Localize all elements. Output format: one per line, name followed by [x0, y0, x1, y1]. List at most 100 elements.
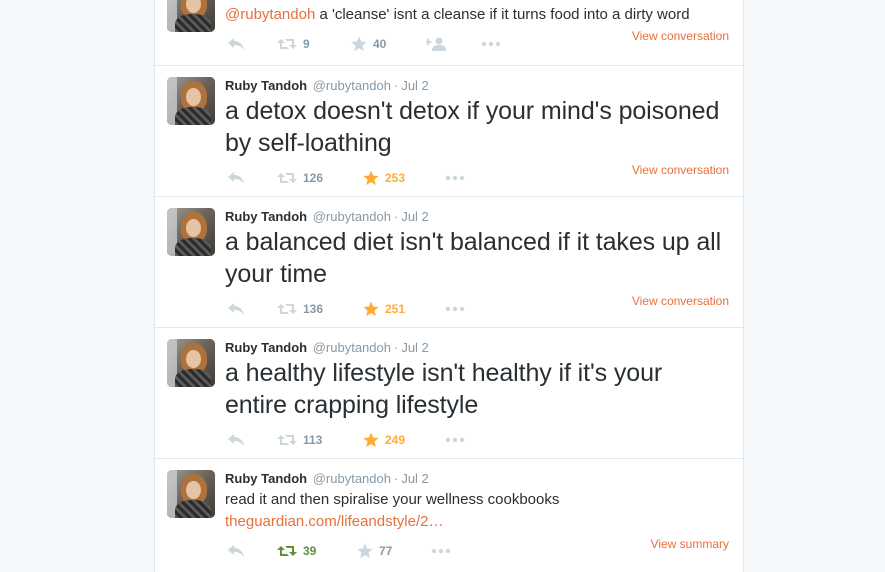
- star-icon: [363, 301, 379, 316]
- article-link[interactable]: theguardian.com/lifeandstyle/2…: [225, 512, 443, 532]
- more-dots-icon: [431, 548, 451, 554]
- follow-button[interactable]: [426, 34, 446, 54]
- view-summary-link[interactable]: View summary: [651, 537, 729, 551]
- retweet-button[interactable]: 9: [277, 34, 310, 54]
- star-icon: [351, 36, 367, 51]
- retweet-button[interactable]: 126: [277, 168, 323, 188]
- more-button[interactable]: [445, 299, 465, 319]
- tweet[interactable]: Ruby Tandoh @rubytandoh · Jul 2 read it an…: [155, 459, 743, 572]
- tweet-actions: 126 253: [225, 168, 525, 188]
- star-icon: [363, 432, 379, 447]
- tweet-timestamp[interactable]: Jul 2: [401, 78, 428, 93]
- more-button[interactable]: [431, 541, 451, 561]
- favorite-button[interactable]: 251: [363, 299, 405, 319]
- tweet-actions: 136 251: [225, 299, 525, 319]
- tweet[interactable]: Ruby Tandoh @rubytandoh · Jul 2 a balanced…: [155, 197, 743, 328]
- more-button[interactable]: [481, 34, 501, 54]
- reply-icon: [228, 434, 244, 446]
- author-name[interactable]: Ruby Tandoh: [225, 209, 307, 224]
- retweet-count: 136: [303, 302, 324, 316]
- more-dots-icon: [445, 306, 465, 312]
- tweet[interactable]: @rubytandoh a 'cleanse' isnt a cleanse i…: [155, 0, 743, 66]
- tweet[interactable]: Ruby Tandoh @rubytandoh · Jul 2 a healthy …: [155, 328, 743, 459]
- favorite-count: 251: [385, 302, 406, 316]
- more-dots-icon: [481, 41, 501, 47]
- favorite-count: 77: [379, 544, 393, 558]
- tweet-header: Ruby Tandoh @rubytandoh · Jul 2: [225, 78, 429, 94]
- tweet-actions: 9 40: [225, 34, 525, 54]
- separator-dot: ·: [393, 340, 399, 355]
- star-icon: [363, 170, 379, 185]
- tweet[interactable]: Ruby Tandoh @rubytandoh · Jul 2 a detox do…: [155, 66, 743, 197]
- reply-button[interactable]: [227, 541, 245, 561]
- retweet-icon: [277, 546, 297, 556]
- view-conversation-link[interactable]: View conversation: [632, 29, 729, 43]
- tweet-header: Ruby Tandoh @rubytandoh · Jul 2: [225, 471, 429, 487]
- tweet-timestamp[interactable]: Jul 2: [401, 209, 428, 224]
- favorite-count: 40: [373, 37, 387, 51]
- avatar[interactable]: [167, 208, 215, 256]
- tweet-timestamp[interactable]: Jul 2: [401, 471, 428, 486]
- avatar[interactable]: [167, 339, 215, 387]
- tweet-timestamp[interactable]: Jul 2: [401, 340, 428, 355]
- retweet-icon: [277, 39, 297, 49]
- tweet-header: Ruby Tandoh @rubytandoh · Jul 2: [225, 340, 429, 356]
- reply-button[interactable]: [227, 430, 245, 450]
- favorite-button[interactable]: 253: [363, 168, 405, 188]
- reply-icon: [228, 172, 244, 184]
- separator-dot: ·: [393, 209, 399, 224]
- more-button[interactable]: [445, 430, 465, 450]
- tweet-header: Ruby Tandoh @rubytandoh · Jul 2: [225, 209, 429, 225]
- author-username[interactable]: @rubytandoh: [313, 209, 391, 224]
- favorite-button[interactable]: 40: [351, 34, 386, 54]
- retweet-button[interactable]: 113: [277, 430, 322, 450]
- reply-button[interactable]: [227, 34, 245, 54]
- author-username[interactable]: @rubytandoh: [313, 340, 391, 355]
- author-username[interactable]: @rubytandoh: [313, 78, 391, 93]
- tweet-actions: 113 249: [225, 430, 525, 450]
- favorite-count: 253: [385, 171, 406, 185]
- mention-link[interactable]: @rubytandoh: [225, 6, 315, 23]
- separator-dot: ·: [393, 78, 399, 93]
- reply-button[interactable]: [227, 168, 245, 188]
- reply-button[interactable]: [227, 299, 245, 319]
- retweet-icon: [277, 435, 297, 445]
- author-name[interactable]: Ruby Tandoh: [225, 471, 307, 486]
- more-button[interactable]: [445, 168, 465, 188]
- reply-icon: [228, 545, 244, 557]
- retweet-button[interactable]: 136: [277, 299, 323, 319]
- author-username[interactable]: @rubytandoh: [313, 471, 391, 486]
- favorite-button[interactable]: 77: [357, 541, 392, 561]
- avatar[interactable]: [167, 77, 215, 125]
- author-name[interactable]: Ruby Tandoh: [225, 340, 307, 355]
- retweet-count: 39: [303, 544, 317, 558]
- more-dots-icon: [445, 437, 465, 443]
- retweet-count: 113: [303, 433, 323, 447]
- tweet-text: a detox doesn't detox if your mind's poi…: [225, 97, 720, 157]
- author-name[interactable]: Ruby Tandoh: [225, 78, 307, 93]
- tweet-text: @rubytandoh a 'cleanse' isnt a cleanse i…: [225, 5, 690, 25]
- retweet-icon: [277, 173, 297, 183]
- reply-icon: [228, 38, 244, 50]
- reply-icon: [228, 303, 244, 315]
- retweet-button[interactable]: 39: [277, 541, 316, 561]
- retweet-icon: [277, 304, 297, 314]
- tweet-text: a balanced diet isn't balanced if it tak…: [225, 228, 722, 288]
- retweet-count: 9: [303, 37, 310, 51]
- view-conversation-link[interactable]: View conversation: [632, 294, 729, 308]
- tweet-text: a healthy lifestyle isn't healthy if it'…: [225, 359, 663, 419]
- more-dots-icon: [445, 175, 465, 181]
- favorite-button[interactable]: 249: [363, 430, 405, 450]
- retweet-count: 126: [303, 171, 324, 185]
- star-icon: [357, 543, 373, 558]
- timeline: @rubytandoh a 'cleanse' isnt a cleanse i…: [154, 0, 744, 572]
- tweet-text-body: a 'cleanse' isnt a cleanse if it turns f…: [315, 6, 690, 23]
- avatar[interactable]: [167, 0, 215, 32]
- add-user-icon: [426, 37, 446, 51]
- tweet-actions: 39 77: [225, 541, 525, 561]
- favorite-count: 249: [385, 433, 406, 447]
- avatar[interactable]: [167, 470, 215, 518]
- separator-dot: ·: [393, 471, 399, 486]
- view-conversation-link[interactable]: View conversation: [632, 163, 729, 177]
- tweet-text: read it and then spiralise your wellness…: [225, 491, 560, 508]
